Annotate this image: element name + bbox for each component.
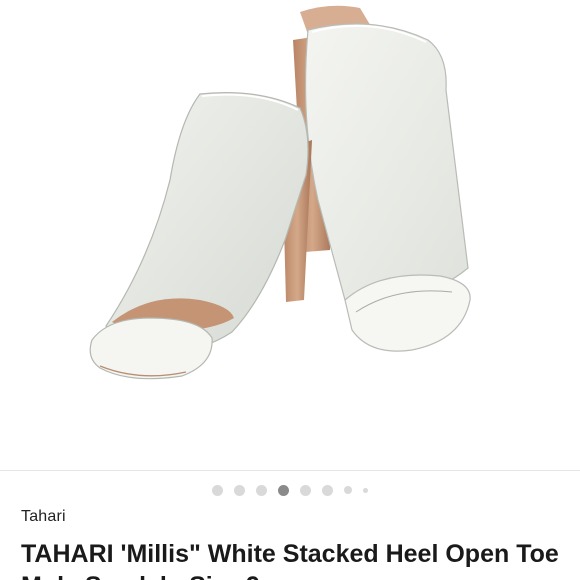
- upper-right: [304, 23, 469, 301]
- brand-link[interactable]: Tahari: [21, 508, 66, 526]
- product-photo[interactable]: [0, 0, 580, 470]
- pager-dot-1[interactable]: [212, 484, 223, 496]
- photo-divider: [0, 470, 580, 471]
- pager-dot-8[interactable]: [363, 487, 368, 493]
- shoe-photo-illustration: [89, 5, 471, 380]
- listing-title: TAHARI 'Millis" White Stacked Heel Open …: [21, 540, 559, 580]
- pager-dot-5[interactable]: [300, 484, 311, 496]
- pager-dot-2[interactable]: [234, 484, 245, 496]
- pager-dot-3[interactable]: [256, 484, 267, 496]
- pager-dot-4-active[interactable]: [278, 484, 289, 496]
- image-pager: [0, 483, 580, 497]
- pager-dot-6[interactable]: [322, 484, 333, 496]
- listing-screen: Tahari TAHARI 'Millis" White Stacked Hee…: [0, 0, 580, 580]
- pager-dot-7[interactable]: [344, 486, 352, 494]
